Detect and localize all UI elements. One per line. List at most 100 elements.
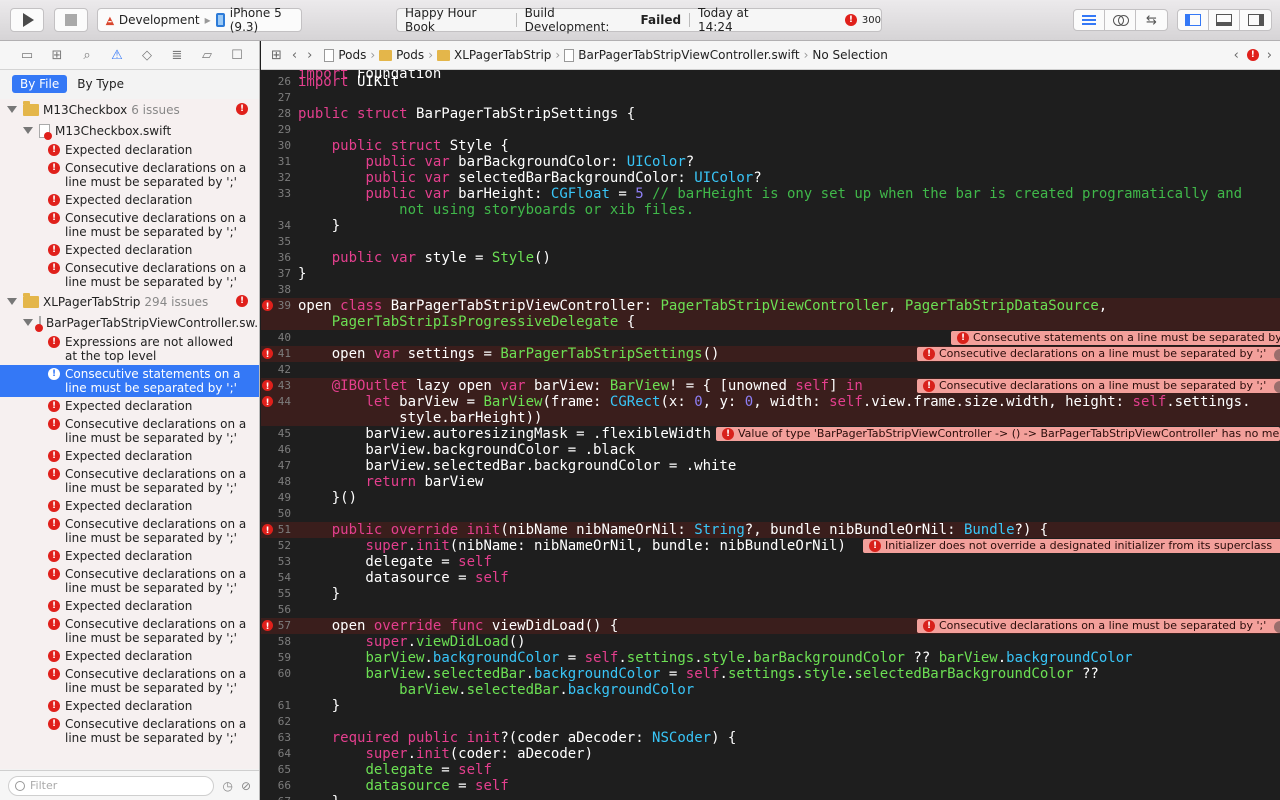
disclosure-icon[interactable] bbox=[23, 127, 33, 134]
play-icon bbox=[23, 13, 34, 27]
error-bubble[interactable]: Value of type 'BarPagerTabStripViewContr… bbox=[716, 427, 1280, 441]
swift-file-icon bbox=[35, 315, 43, 332]
error-bubble[interactable]: Consecutive declarations on a line must … bbox=[917, 347, 1280, 361]
report-navigator-icon[interactable]: ☐ bbox=[222, 48, 252, 63]
editor-mode-control: ⇆ bbox=[1073, 9, 1168, 31]
issue-item[interactable]: ! Consecutive declarations on a line must… bbox=[0, 415, 259, 447]
error-icon bbox=[722, 427, 734, 441]
issue-item[interactable]: ! Expected declaration bbox=[0, 547, 259, 565]
issue-item-selected[interactable]: ! Consecutive statements on a line must b… bbox=[0, 365, 259, 397]
error-icon: ! bbox=[48, 212, 60, 224]
standard-editor-icon bbox=[1082, 15, 1096, 25]
disclosure-icon[interactable] bbox=[7, 106, 17, 113]
by-file-tab[interactable]: By File bbox=[12, 75, 68, 93]
assistant-editor-button[interactable] bbox=[1105, 10, 1136, 30]
activity-view: Happy Hour Book Build Development: Faile… bbox=[396, 6, 882, 34]
activity-error-indicator[interactable]: ! 300 bbox=[844, 14, 881, 26]
error-icon: ! bbox=[48, 550, 60, 562]
activity-error-count: 300 bbox=[861, 14, 881, 26]
symbol-navigator-icon[interactable]: ⊞ bbox=[42, 48, 72, 63]
scheme-selector[interactable]: Development ▸ iPhone 5 (9.3) bbox=[97, 6, 302, 34]
related-items-icon[interactable]: ⊞ bbox=[271, 48, 282, 63]
toggle-utilities-button[interactable] bbox=[1240, 10, 1271, 30]
breadcrumb-item[interactable]: Pods bbox=[396, 48, 424, 62]
navigator-panel-icon bbox=[1185, 14, 1201, 26]
issue-item[interactable]: ! Consecutive declarations on a line must… bbox=[0, 209, 259, 241]
issue-item[interactable]: ! Consecutive declarations on a line must… bbox=[0, 259, 259, 291]
error-icon bbox=[957, 331, 969, 345]
error-icon: ! bbox=[48, 244, 60, 256]
error-icon: ! bbox=[844, 14, 857, 26]
issue-item[interactable]: ! Consecutive declarations on a line must… bbox=[0, 465, 259, 497]
breadcrumb-item[interactable]: Pods bbox=[338, 48, 366, 62]
issue-item[interactable]: ! Expected declaration bbox=[0, 141, 259, 159]
breadcrumb-item[interactable]: XLPagerTabStrip bbox=[454, 48, 551, 62]
issue-item[interactable]: ! Expected declaration bbox=[0, 697, 259, 715]
issue-navigator-icon[interactable]: ⚠ bbox=[102, 48, 132, 63]
toggle-navigator-button[interactable] bbox=[1178, 10, 1209, 30]
error-icon: ! bbox=[48, 368, 60, 380]
filter-input[interactable]: Filter bbox=[8, 775, 215, 796]
recent-filter-icon[interactable]: ◷ bbox=[222, 779, 232, 793]
issue-item[interactable]: ! Expected declaration bbox=[0, 447, 259, 465]
issue-item[interactable]: ! Expected declaration bbox=[0, 191, 259, 209]
issue-item[interactable]: ! Expected declaration bbox=[0, 647, 259, 665]
error-icon bbox=[923, 347, 935, 361]
issue-item[interactable]: ! Consecutive declarations on a line must… bbox=[0, 565, 259, 597]
issue-item[interactable]: ! Consecutive declarations on a line must… bbox=[0, 615, 259, 647]
by-type-tab[interactable]: By Type bbox=[67, 75, 134, 93]
group-count: 294 issues bbox=[144, 294, 209, 309]
error-icon: ! bbox=[236, 295, 248, 307]
back-button[interactable]: ‹ bbox=[292, 48, 297, 63]
error-bubble[interactable]: Consecutive statements on a line must be… bbox=[951, 331, 1280, 345]
error-bubble[interactable]: Consecutive declarations on a line must … bbox=[917, 379, 1280, 393]
error-bubble[interactable]: Consecutive declarations on a line must … bbox=[917, 619, 1280, 633]
project-file-icon bbox=[324, 48, 335, 62]
issue-group[interactable]: XLPagerTabStrip 294 issues ! bbox=[0, 291, 259, 312]
next-issue-button[interactable]: › bbox=[1267, 48, 1272, 63]
scheme-icon bbox=[105, 16, 115, 26]
issue-file-row[interactable]: M13Checkbox.swift bbox=[0, 120, 259, 141]
issue-item[interactable]: ! Expected declaration bbox=[0, 241, 259, 259]
issue-item[interactable]: ! Expected declaration bbox=[0, 597, 259, 615]
issue-item[interactable]: ! Consecutive declarations on a line must… bbox=[0, 715, 259, 747]
toggle-debug-area-button[interactable] bbox=[1209, 10, 1240, 30]
issue-item[interactable]: ! Consecutive declarations on a line must… bbox=[0, 159, 259, 191]
issue-item[interactable]: ! Consecutive declarations on a line must… bbox=[0, 665, 259, 697]
disclosure-icon[interactable] bbox=[23, 319, 33, 326]
error-icon: ! bbox=[48, 468, 60, 480]
breadcrumb-item[interactable]: No Selection bbox=[812, 48, 887, 62]
issue-file-row[interactable]: BarPagerTabStripViewController.sw... bbox=[0, 312, 259, 333]
error-icon: ! bbox=[48, 650, 60, 662]
issue-item[interactable]: ! Expressions are not allowed at the top … bbox=[0, 333, 259, 365]
debug-area-icon bbox=[1216, 14, 1232, 26]
test-navigator-icon[interactable]: ◇ bbox=[132, 48, 162, 63]
previous-issue-button[interactable]: ‹ bbox=[1234, 48, 1239, 63]
panel-visibility-control bbox=[1177, 9, 1272, 31]
breakpoint-navigator-icon[interactable]: ▱ bbox=[192, 48, 222, 63]
activity-time: Today at 14:24 bbox=[698, 6, 749, 34]
issue-item[interactable]: ! Expected declaration bbox=[0, 497, 259, 515]
standard-editor-button[interactable] bbox=[1074, 10, 1105, 30]
issue-item[interactable]: ! Consecutive declarations on a line must… bbox=[0, 515, 259, 547]
stop-icon bbox=[65, 14, 77, 26]
issue-group[interactable]: M13Checkbox 6 issues ! bbox=[0, 99, 259, 120]
disclosure-icon[interactable] bbox=[7, 298, 17, 305]
error-icon: ! bbox=[48, 718, 60, 730]
error-icon: ! bbox=[48, 418, 60, 430]
find-navigator-icon[interactable]: ⌕ bbox=[72, 48, 102, 63]
swift-file-icon bbox=[39, 123, 52, 140]
issue-item[interactable]: ! Expected declaration bbox=[0, 397, 259, 415]
run-button[interactable] bbox=[10, 8, 44, 32]
error-filter-icon[interactable]: ⊘ bbox=[241, 779, 251, 793]
stop-button[interactable] bbox=[54, 8, 88, 32]
project-navigator-icon[interactable]: ▭ bbox=[12, 48, 42, 63]
error-icon: ! bbox=[48, 450, 60, 462]
error-bubble[interactable]: Initializer does not override a designat… bbox=[863, 539, 1280, 553]
error-icon: ! bbox=[48, 262, 60, 274]
debug-navigator-icon[interactable]: ≣ bbox=[162, 48, 192, 63]
version-editor-button[interactable]: ⇆ bbox=[1136, 10, 1167, 30]
source-editor[interactable]: import Foundation 26 import UIKit 27 28 pu… bbox=[261, 70, 1280, 800]
breadcrumb-item[interactable]: BarPagerTabStripViewController.swift bbox=[578, 48, 799, 62]
forward-button[interactable]: › bbox=[307, 48, 312, 63]
